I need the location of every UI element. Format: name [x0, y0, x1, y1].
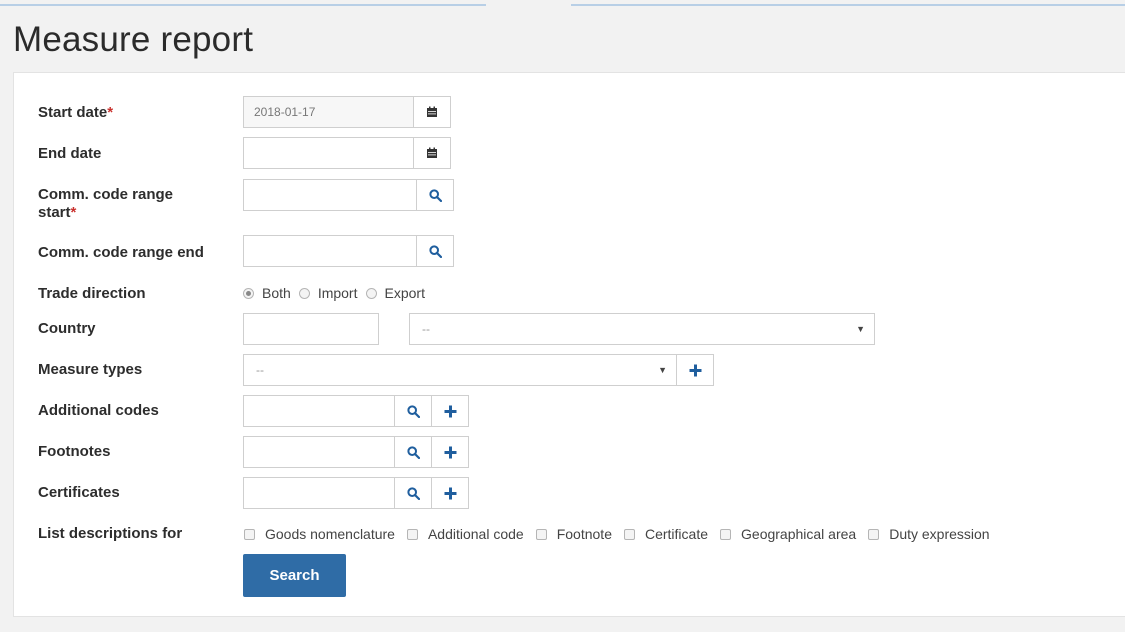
radio-button[interactable]: [365, 287, 377, 299]
start-date-picker-button[interactable]: [413, 96, 451, 128]
additional-codes-input[interactable]: [243, 395, 395, 427]
measure-types-select[interactable]: -- ▼: [243, 354, 677, 386]
page-title: Measure report: [13, 20, 254, 59]
country-label: Country: [38, 320, 96, 337]
checkbox[interactable]: [868, 528, 880, 540]
checkbox-additional-code[interactable]: Additional code: [406, 526, 524, 542]
trade-direction-export[interactable]: Export: [365, 285, 425, 301]
search-icon: [428, 188, 442, 202]
end-date-label: End date: [38, 145, 102, 162]
start-date-label: Start date*: [38, 104, 114, 121]
plus-icon: [444, 446, 457, 459]
comm-code-start-search-button[interactable]: [416, 179, 454, 211]
checkbox[interactable]: [406, 528, 418, 540]
required-marker: *: [107, 104, 114, 121]
required-marker: *: [70, 204, 77, 221]
checkbox[interactable]: [244, 528, 255, 540]
certificates-search-button[interactable]: [394, 477, 432, 509]
footnotes-add-button[interactable]: [431, 436, 469, 468]
plus-icon: [444, 487, 457, 500]
measure-types-label: Measure types: [38, 361, 143, 378]
country-code-input[interactable]: [243, 313, 379, 345]
report-form-panel: Start date* 2018-01-17 End date Comm. co…: [13, 72, 1125, 617]
comm-code-end-search-button[interactable]: [416, 235, 454, 267]
certificates-input[interactable]: [243, 477, 395, 509]
footnotes-input[interactable]: [243, 436, 395, 468]
comm-code-start-input[interactable]: [243, 179, 417, 211]
trade-direction-label: Trade direction: [38, 285, 146, 302]
start-date-input[interactable]: 2018-01-17: [243, 96, 414, 128]
checkbox[interactable]: [535, 528, 547, 540]
radio-button-checked[interactable]: [243, 287, 254, 299]
certificates-label: Certificates: [38, 484, 120, 501]
trade-direction-radio-group: Both Import Export: [243, 285, 433, 301]
comm-code-end-label: Comm. code range end: [38, 244, 204, 261]
checkbox[interactable]: [623, 528, 635, 540]
additional-codes-search-button[interactable]: [394, 395, 432, 427]
comm-code-start-label: Comm. code range start*: [38, 186, 174, 221]
search-icon: [428, 244, 442, 258]
checkbox[interactable]: [720, 528, 732, 540]
list-descriptions-checkbox-group: Goods nomenclature Additional code Footn…: [244, 526, 1002, 542]
country-select[interactable]: -- ▼: [409, 313, 875, 345]
search-icon: [406, 445, 420, 459]
calendar-icon: [426, 147, 438, 159]
comm-code-end-input[interactable]: [243, 235, 417, 267]
top-border: [0, 0, 1125, 8]
certificates-add-button[interactable]: [431, 477, 469, 509]
additional-codes-label: Additional codes: [38, 402, 159, 419]
checkbox-duty-expression[interactable]: Duty expression: [868, 526, 990, 542]
checkbox-certificate[interactable]: Certificate: [623, 526, 708, 542]
radio-button[interactable]: [298, 287, 310, 299]
add-measure-type-button[interactable]: [676, 354, 714, 386]
calendar-icon: [426, 106, 438, 118]
dropdown-caret-icon: ▼: [658, 365, 667, 375]
checkbox-goods-nomenclature[interactable]: Goods nomenclature: [244, 526, 395, 542]
plus-icon: [444, 405, 457, 418]
checkbox-geographical-area[interactable]: Geographical area: [720, 526, 856, 542]
list-descriptions-label: List descriptions for: [38, 525, 183, 542]
end-date-picker-button[interactable]: [413, 137, 451, 169]
plus-icon: [689, 364, 702, 377]
dropdown-caret-icon: ▼: [856, 324, 865, 334]
search-icon: [406, 404, 420, 418]
footnotes-label: Footnotes: [38, 443, 111, 460]
checkbox-footnote[interactable]: Footnote: [535, 526, 612, 542]
search-icon: [406, 486, 420, 500]
trade-direction-both[interactable]: Both: [243, 285, 291, 301]
footnotes-search-button[interactable]: [394, 436, 432, 468]
end-date-input[interactable]: [243, 137, 414, 169]
additional-codes-add-button[interactable]: [431, 395, 469, 427]
search-button[interactable]: Search: [243, 554, 346, 597]
trade-direction-import[interactable]: Import: [298, 285, 358, 301]
